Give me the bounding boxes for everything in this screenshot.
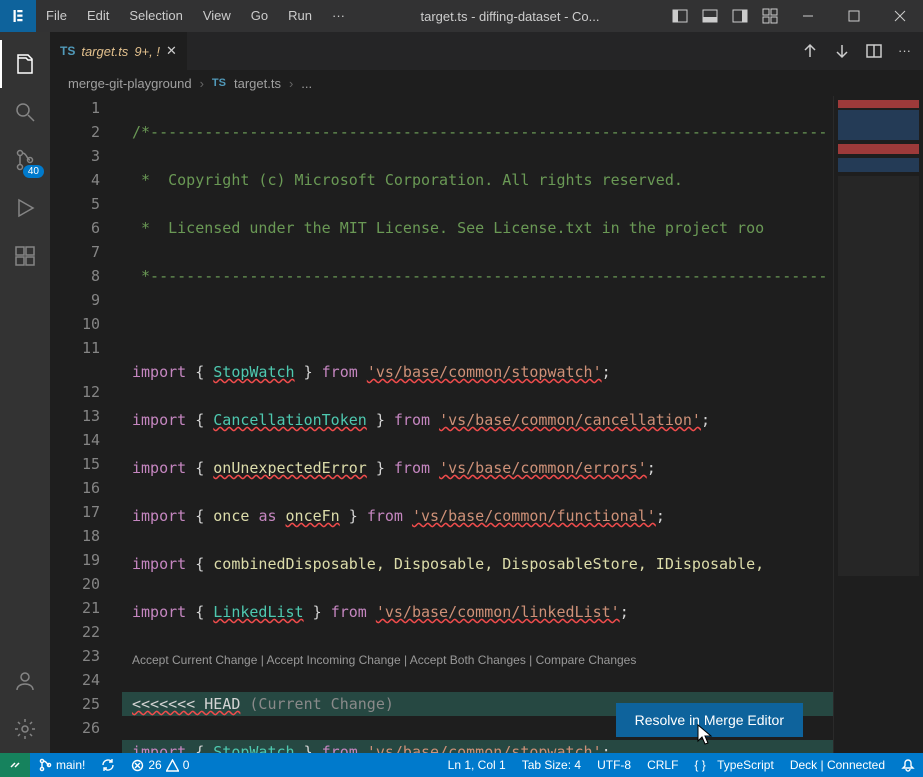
- code-content[interactable]: /*--------------------------------------…: [122, 96, 833, 753]
- cursor-position[interactable]: Ln 1, Col 1: [440, 753, 514, 777]
- next-change-icon[interactable]: [834, 43, 850, 59]
- breadcrumb-tail: ...: [301, 76, 312, 91]
- code-text: * Licensed under the MIT License. See Li…: [132, 219, 764, 237]
- menu-bar: File Edit Selection View Go Run ···: [36, 0, 355, 32]
- warning-count: 0: [183, 753, 190, 777]
- minimize-icon[interactable]: [785, 0, 831, 32]
- tab-filename: target.ts: [81, 44, 128, 59]
- tab-target-ts[interactable]: TS target.ts 9+, ! ✕: [50, 32, 188, 70]
- window-title: target.ts - diffing-dataset - Co...: [355, 9, 665, 24]
- close-icon[interactable]: [877, 0, 923, 32]
- menu-overflow-icon[interactable]: ···: [322, 0, 355, 32]
- breadcrumb-folder[interactable]: merge-git-playground: [68, 76, 192, 91]
- code-editor[interactable]: 1234567891011 12131415161718192021222324…: [50, 96, 923, 753]
- language-mode[interactable]: { } TypeScript: [686, 753, 781, 777]
- source-control-icon[interactable]: 40: [0, 136, 50, 184]
- code-text: * Copyright (c) Microsoft Corporation. A…: [132, 171, 683, 189]
- chevron-right-icon: ›: [200, 76, 204, 91]
- menu-selection[interactable]: Selection: [119, 0, 192, 32]
- indentation-status[interactable]: Tab Size: 4: [514, 753, 589, 777]
- compare-changes-lens[interactable]: Compare Changes: [536, 653, 637, 667]
- accept-incoming-lens[interactable]: Accept Incoming Change: [267, 653, 401, 667]
- accept-current-lens[interactable]: Accept Current Change: [132, 653, 257, 667]
- sync-status[interactable]: [93, 753, 123, 777]
- run-debug-icon[interactable]: [0, 184, 50, 232]
- scm-badge: 40: [23, 165, 44, 178]
- window-controls: [785, 0, 923, 32]
- accounts-icon[interactable]: [0, 657, 50, 705]
- tab-modified-indicator: 9+, !: [134, 44, 160, 59]
- prev-change-icon[interactable]: [802, 43, 818, 59]
- editor-tabs: TS target.ts 9+, ! ✕ ···: [50, 32, 923, 70]
- explorer-icon[interactable]: [0, 40, 50, 88]
- extensions-icon[interactable]: [0, 232, 50, 280]
- notifications-icon[interactable]: [893, 753, 923, 777]
- menu-view[interactable]: View: [193, 0, 241, 32]
- menu-file[interactable]: File: [36, 0, 77, 32]
- branch-name: main!: [56, 753, 85, 777]
- maximize-icon[interactable]: [831, 0, 877, 32]
- menu-edit[interactable]: Edit: [77, 0, 119, 32]
- toggle-secondary-icon[interactable]: [725, 0, 755, 32]
- split-editor-icon[interactable]: [866, 43, 882, 59]
- more-actions-icon[interactable]: ···: [898, 43, 911, 59]
- toggle-panel-icon[interactable]: [695, 0, 725, 32]
- remote-indicator[interactable]: [0, 753, 30, 777]
- encoding-status[interactable]: UTF-8: [589, 753, 639, 777]
- app-logo: [0, 0, 36, 32]
- typescript-icon: TS: [212, 77, 226, 89]
- breadcrumb-file[interactable]: target.ts: [234, 76, 281, 91]
- error-count: 26: [148, 753, 161, 777]
- customize-layout-icon[interactable]: [755, 0, 785, 32]
- merge-codelens: Accept Current Change | Accept Incoming …: [122, 648, 833, 668]
- breadcrumb[interactable]: merge-git-playground › TS target.ts › ..…: [50, 70, 923, 96]
- tab-close-icon[interactable]: ✕: [166, 43, 177, 59]
- problems-status[interactable]: 26 0: [123, 753, 197, 777]
- code-text: *---------------------------------------…: [132, 267, 827, 285]
- eol-status[interactable]: CRLF: [639, 753, 686, 777]
- activity-bar: 40: [0, 32, 50, 753]
- cursor-icon: [695, 723, 715, 747]
- menu-go[interactable]: Go: [241, 0, 278, 32]
- line-numbers: 1234567891011 12131415161718192021222324…: [50, 96, 122, 753]
- deck-status[interactable]: Deck | Connected: [782, 753, 893, 777]
- settings-icon[interactable]: [0, 705, 50, 753]
- menu-run[interactable]: Run: [278, 0, 322, 32]
- branch-status[interactable]: main!: [30, 753, 93, 777]
- editor-actions: ···: [790, 43, 923, 59]
- editor-group: TS target.ts 9+, ! ✕ ··· merge-git-playg…: [50, 32, 923, 753]
- chevron-right-icon: ›: [289, 76, 293, 91]
- search-icon[interactable]: [0, 88, 50, 136]
- typescript-icon: TS: [60, 44, 75, 58]
- title-bar: File Edit Selection View Go Run ··· targ…: [0, 0, 923, 32]
- toggle-sidebar-icon[interactable]: [665, 0, 695, 32]
- layout-controls: [665, 0, 785, 32]
- accept-both-lens[interactable]: Accept Both Changes: [410, 653, 526, 667]
- code-text: /*--------------------------------------…: [132, 123, 827, 141]
- minimap[interactable]: [833, 96, 923, 753]
- status-bar: main! 26 0 Ln 1, Col 1 Tab Size: 4 UTF-8…: [0, 753, 923, 777]
